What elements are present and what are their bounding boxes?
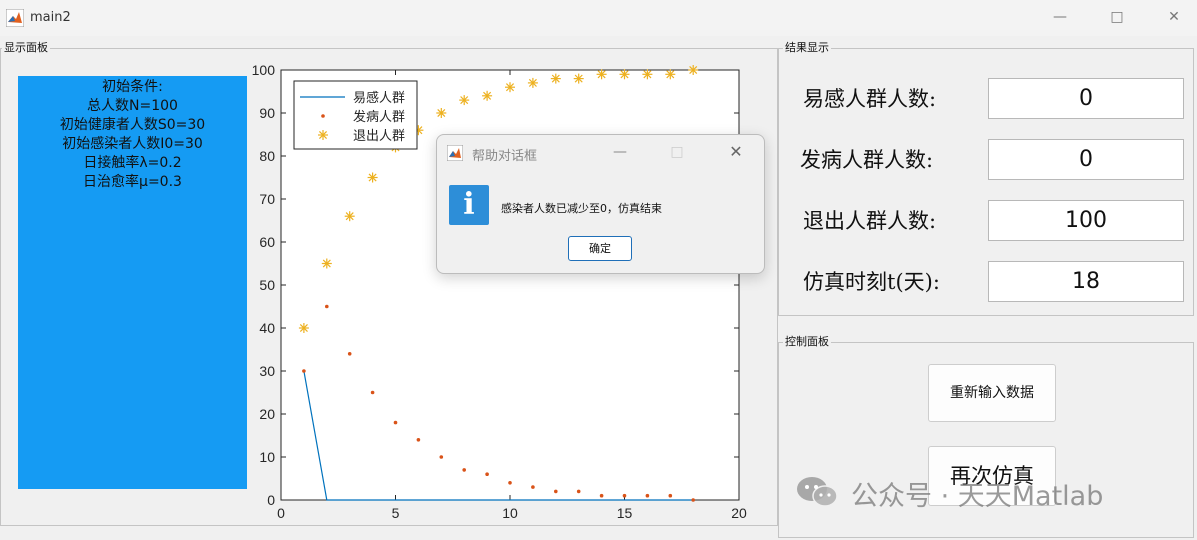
y-tick-label: 30 [259,363,275,379]
dialog-title: 帮助对话框 [472,149,538,164]
removed-point [596,69,607,80]
ok-button[interactable]: 确定 [568,236,632,261]
condition-line: 初始健康者人数S0=30 [59,117,206,133]
infected-point [302,369,306,373]
results-panel-title: 结果显示 [783,41,831,54]
initial-conditions-box: 初始条件: 总人数N=100 初始健康者人数S0=30 初始感染者人数I0=30… [18,76,247,489]
legend-star-swatch [318,130,328,140]
infected-point [691,498,695,502]
dialog-minimize-icon[interactable]: — [611,143,629,161]
removed-point [367,172,378,183]
infected-point [576,489,581,494]
removed-point [505,82,515,93]
x-tick-label: 20 [731,505,747,521]
sim-time-label: 仿真时刻t(天): [803,270,940,294]
removed-point [642,69,653,80]
condition-line: 初始条件: [102,79,163,95]
infected-point [668,493,673,498]
y-tick-label: 60 [259,234,275,250]
info-icon: i [449,185,489,225]
reinput-data-button[interactable]: 重新输入数据 [928,364,1056,422]
minimize-icon[interactable]: — [1051,8,1069,26]
infected-point [393,420,398,425]
removed-point [482,90,493,101]
infected-count-field[interactable]: 0 [988,139,1184,180]
infected-point [554,489,558,494]
help-dialog: 帮助对话框 — □ ✕ i 感染者人数已减少至0，仿真结束 确定 [436,134,765,274]
y-tick-label: 90 [259,105,275,121]
watermark-text: 公众号 · 天天Matlab [851,481,1104,512]
legend-label: 易感人群 [353,90,405,106]
y-tick-label: 80 [259,148,275,164]
infected-point [325,304,329,309]
dialog-maximize-icon: □ [670,144,684,160]
y-tick-label: 70 [259,191,275,207]
y-tick-label: 0 [267,492,275,508]
removed-count-label: 退出人群人数: [803,209,937,233]
x-tick-label: 5 [392,505,400,521]
infected-point [439,455,444,459]
chart-legend: 易感人群发病人群退出人群 [293,80,418,150]
susceptible-count-field[interactable]: 0 [988,78,1184,119]
simulation-chart: 0 5 10 15 20 0 10 20 30 40 50 60 70 80 90 100 易感人群发病人群退… [252,62,747,521]
x-tick-label: 10 [502,505,518,521]
removed-point [573,73,584,84]
app-window: main2 — □ ✕ 显示面板 初始条件: 总人数N=100 初始健康者人数S… [0,0,1197,540]
infected-point [416,438,421,442]
susceptible-count-label: 易感人群人数: [803,87,937,111]
infected-point [531,485,535,489]
maximize-icon[interactable]: □ [1108,8,1126,26]
infected-point [462,468,466,472]
infected-point [645,493,650,498]
infected-point [370,390,375,395]
removed-point [344,211,355,222]
removed-point [459,95,470,106]
removed-point [321,258,332,269]
title-bar: main2 — □ ✕ [0,0,1197,36]
x-tick-label: 0 [277,505,285,521]
removed-point [298,323,309,333]
display-panel-title: 显示面板 [2,41,50,54]
sim-time-field[interactable]: 18 [988,261,1184,302]
window-title: main2 [30,10,71,25]
infected-count-label: 发病人群人数: [800,148,934,172]
condition-line: 总人数N=100 [87,98,178,114]
matlab-icon [447,145,463,161]
y-tick-label: 20 [259,406,275,422]
y-tick-label: 100 [252,62,276,78]
removed-point [619,69,630,80]
y-tick-label: 40 [259,320,275,336]
legend-dot-swatch [321,114,325,118]
legend-label: 发病人群 [353,109,405,125]
y-tick-label: 10 [259,449,275,465]
legend-label: 退出人群 [353,129,405,144]
condition-line: 初始感染者人数I0=30 [62,136,203,152]
infected-point [347,352,352,356]
control-panel-title: 控制面板 [783,335,831,348]
dialog-message: 感染者人数已减少至0，仿真结束 [501,202,662,215]
removed-point [550,73,561,84]
close-icon[interactable]: ✕ [1165,8,1183,26]
removed-point [665,69,676,80]
x-tick-label: 15 [617,505,633,521]
removed-point [527,77,538,88]
infected-point [485,472,489,477]
wechat-icon [797,477,838,507]
condition-line: 日接触率λ=0.2 [83,155,182,171]
infected-point [599,493,604,498]
removed-point [436,108,447,118]
infected-point [508,481,512,485]
infected-point [622,493,627,498]
removed-count-field[interactable]: 100 [988,200,1184,241]
removed-point [688,65,699,75]
condition-line: 日治愈率μ=0.3 [83,174,182,190]
y-tick-label: 50 [259,277,275,293]
dialog-close-icon[interactable]: ✕ [727,143,745,161]
matlab-icon [6,9,24,27]
